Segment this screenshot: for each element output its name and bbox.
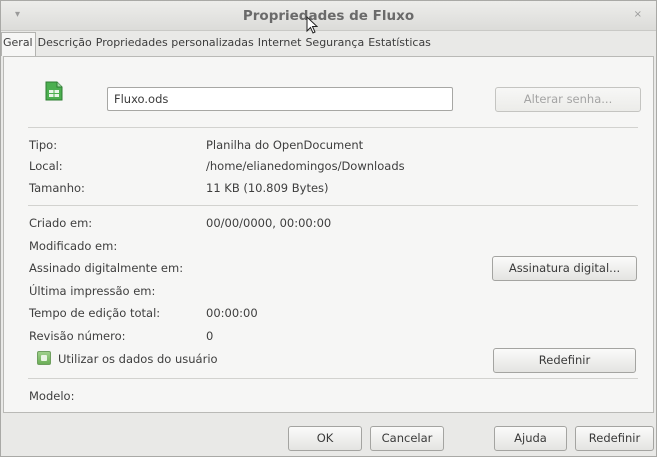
signed-label: Assinado digitalmente em:	[29, 261, 184, 275]
tab-bar: Geral Descrição Propriedades personaliza…	[1, 32, 433, 56]
modified-label: Modificado em:	[29, 239, 118, 253]
help-button[interactable]: Ajuda	[494, 426, 567, 451]
tab-descricao[interactable]: Descrição	[36, 32, 94, 56]
change-password-button[interactable]: Alterar senha...	[495, 87, 641, 112]
title-bar[interactable]: ▾ Propriedades de Fluxo ×	[1, 1, 656, 31]
tab-propriedades-personalizadas[interactable]: Propriedades personalizadas	[94, 32, 256, 56]
editing-time-label: Tempo de edição total:	[29, 306, 161, 320]
ok-button[interactable]: OK	[288, 426, 362, 451]
use-user-data-checkbox[interactable]	[37, 351, 51, 365]
filename-input[interactable]: Fluxo.ods	[107, 87, 453, 111]
tab-internet[interactable]: Internet	[256, 32, 304, 56]
separator	[28, 205, 638, 206]
digital-signature-button[interactable]: Assinatura digital...	[492, 256, 637, 281]
revision-value: 0	[206, 329, 214, 343]
separator	[28, 127, 638, 128]
tab-estatisticas[interactable]: Estatísticas	[366, 32, 433, 56]
reset-user-data-button[interactable]: Redefinir	[493, 348, 636, 373]
close-icon[interactable]: ×	[634, 9, 642, 20]
separator	[28, 378, 638, 379]
type-value: Planilha do OpenDocument	[206, 138, 364, 152]
created-value: 00/00/0000, 00:00:00	[206, 216, 332, 230]
last-printed-label: Última impressão em:	[29, 284, 156, 298]
location-value: /home/elianedomingos/Downloads	[206, 159, 405, 173]
location-label: Local:	[29, 159, 63, 173]
use-user-data-label[interactable]: Utilizar os dados do usuário	[58, 352, 218, 366]
spreadsheet-document-icon	[45, 81, 63, 101]
properties-dialog: ▾ Propriedades de Fluxo × Geral Descriçã…	[0, 0, 657, 457]
revision-label: Revisão número:	[29, 329, 126, 343]
size-label: Tamanho:	[29, 181, 85, 195]
created-label: Criado em:	[29, 216, 93, 230]
cancel-button[interactable]: Cancelar	[370, 426, 444, 451]
tab-geral[interactable]: Geral	[1, 32, 36, 56]
tab-seguranca[interactable]: Segurança	[303, 32, 366, 56]
template-label: Modelo:	[29, 389, 75, 403]
window-title: Propriedades de Fluxo	[242, 8, 415, 24]
reset-button[interactable]: Redefinir	[575, 426, 654, 451]
type-label: Tipo:	[29, 138, 58, 152]
editing-time-value: 00:00:00	[206, 306, 258, 320]
size-value: 11 KB (10.809 Bytes)	[206, 181, 329, 195]
